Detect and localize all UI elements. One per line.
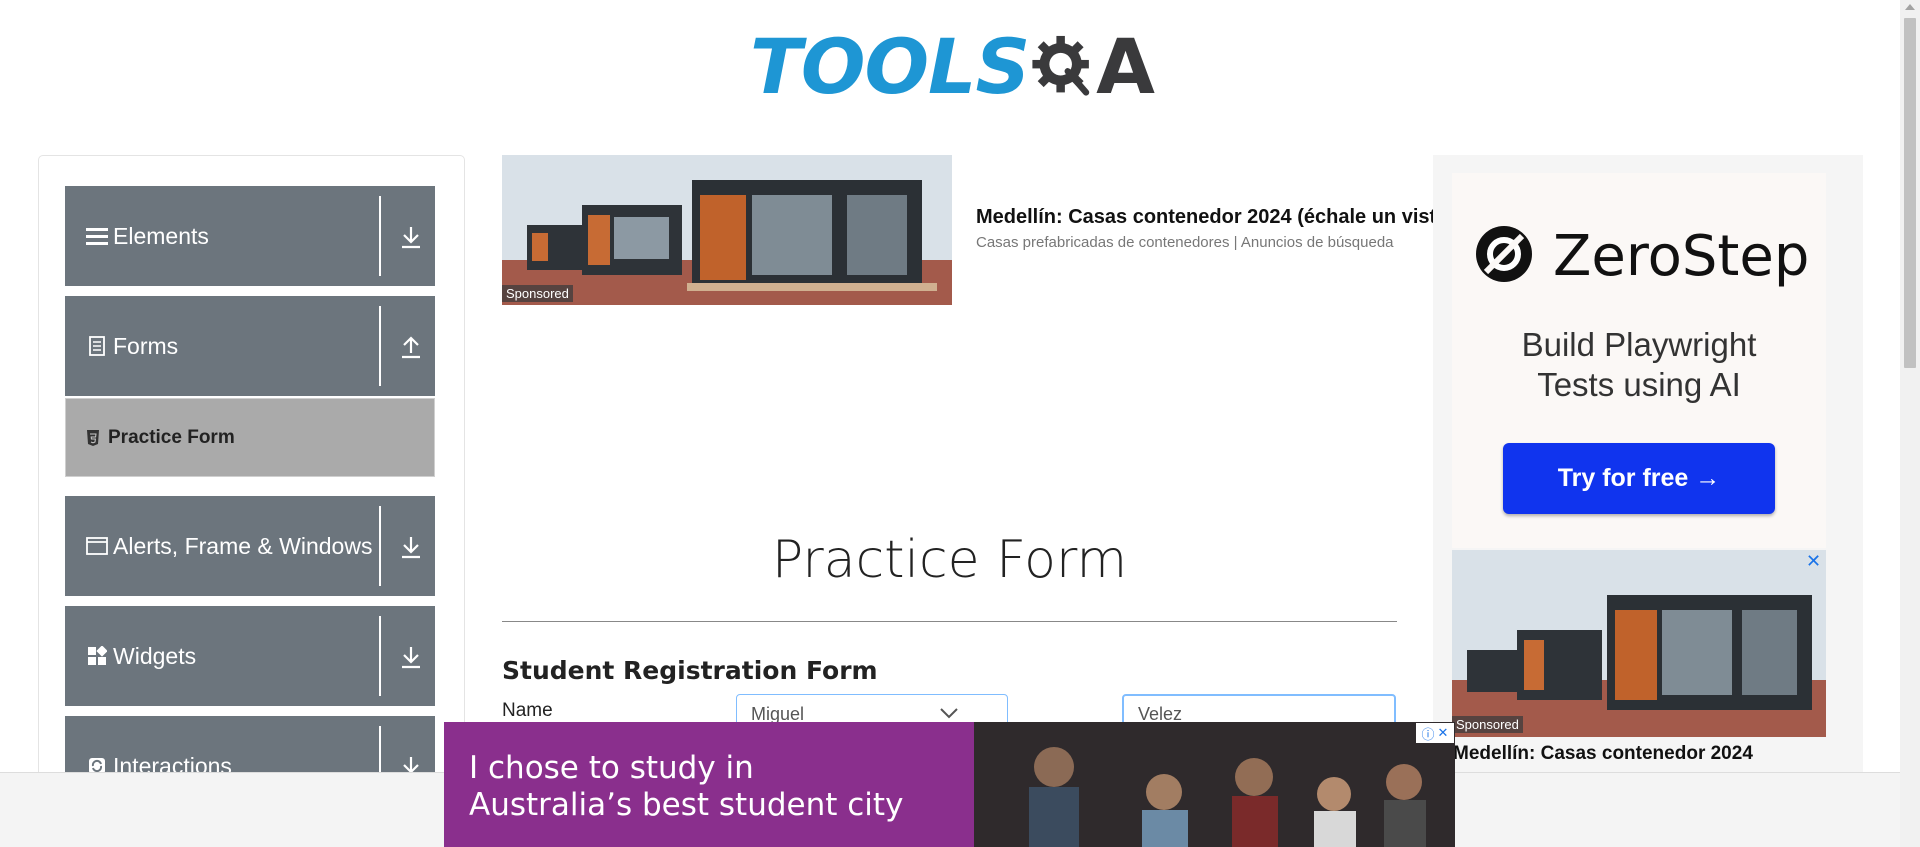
html5-icon — [84, 429, 102, 447]
ad-top-title[interactable]: Medellín: Casas contenedor 2024 (échale … — [976, 206, 1434, 229]
sidebar-group-widgets[interactable]: Widgets — [65, 606, 435, 706]
zerostep-brand: ZeroStep — [1553, 224, 1810, 289]
ad-top-image[interactable]: Sponsored — [502, 155, 952, 305]
sidebar-group-label: Widgets — [113, 642, 197, 669]
download-arrow-icon[interactable] — [399, 644, 423, 670]
logo-text-a: A — [1096, 22, 1155, 111]
bottom-ad-text-panel: I chose to study in Australia’s best stu… — [444, 722, 974, 847]
upload-arrow-icon[interactable] — [399, 334, 423, 360]
divider — [379, 506, 381, 586]
logo-text-tools: TOOLS — [750, 22, 1030, 111]
divider — [379, 196, 381, 276]
info-icon[interactable]: ⓘ — [1422, 724, 1435, 743]
name-label: Name — [502, 700, 553, 721]
divider — [502, 621, 1397, 622]
divider — [379, 616, 381, 696]
ad-top-subtitle[interactable]: Casas prefabricadas de contenedores | An… — [976, 234, 1394, 251]
sidebar-group-alerts-frame-windows[interactable]: Alerts, Frame & Windows — [65, 496, 435, 596]
download-arrow-icon[interactable] — [399, 534, 423, 560]
hamburger-icon — [85, 224, 109, 248]
chevron-down-icon[interactable] — [938, 706, 960, 720]
window-icon — [85, 534, 109, 558]
students-photo — [974, 722, 1455, 847]
bottom-ad-line-2: Australia’s best student city — [469, 787, 904, 823]
close-icon[interactable]: ✕ — [1806, 551, 1821, 572]
sidebar-group-label: Elements — [113, 222, 209, 249]
close-icon[interactable]: ✕ — [1438, 725, 1449, 741]
gear-icon — [1032, 35, 1090, 96]
document-icon — [85, 334, 109, 358]
download-arrow-icon[interactable] — [399, 224, 423, 250]
bottom-ad-text: I chose to study in Australia’s best stu… — [469, 750, 903, 824]
sponsored-label: Sponsored — [502, 285, 573, 302]
tagline-line-1: Build Playwright — [1521, 326, 1757, 363]
bottom-ad[interactable]: I chose to study in Australia’s best stu… — [444, 722, 1455, 847]
ad-info-controls[interactable]: ⓘ ✕ — [1416, 723, 1454, 743]
try-for-free-button[interactable]: Try for free → — [1503, 443, 1775, 514]
container-house-image — [1452, 550, 1826, 737]
zerostep-logo-icon — [1476, 226, 1532, 282]
widgets-icon — [85, 644, 109, 668]
sidebar-item-practice-form[interactable]: Practice Form — [65, 398, 435, 477]
divider — [379, 306, 381, 386]
sidebar-group-elements[interactable]: Elements — [65, 186, 435, 286]
scroll-up-arrow-icon[interactable] — [1905, 4, 1915, 10]
sidebar-item-label: Practice Form — [108, 426, 235, 448]
ad-right-title[interactable]: Medellín: Casas contenedor 2024 — [1453, 743, 1753, 765]
zerostep-tagline: Build Playwright Tests using AI — [1452, 325, 1826, 405]
tagline-line-2: Tests using AI — [1537, 366, 1741, 403]
container-house-image — [502, 155, 952, 305]
scrollbar-thumb[interactable] — [1904, 18, 1916, 368]
sidebar-group-label: Alerts, Frame & Windows — [113, 532, 373, 559]
sidebar-group-label: Forms — [113, 332, 179, 359]
toolsqa-logo[interactable]: TOOLS A — [750, 18, 1155, 116]
sidebar: Elements Forms Practice Form Alerts, Fra… — [38, 155, 465, 847]
form-heading: Student Registration Form — [502, 656, 878, 685]
bottom-ad-photo — [974, 722, 1455, 847]
ad-right-image[interactable]: Sponsored — [1452, 550, 1826, 737]
sponsored-label: Sponsored — [1452, 716, 1523, 733]
page-title: Practice Form — [771, 530, 1128, 590]
bottom-ad-line-1: I chose to study in — [469, 750, 754, 786]
sidebar-group-forms[interactable]: Forms — [65, 296, 435, 396]
